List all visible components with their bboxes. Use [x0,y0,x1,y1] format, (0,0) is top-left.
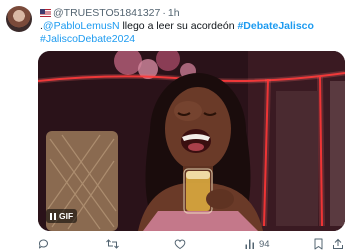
gif-frame [38,51,345,231]
separator: · [162,7,166,19]
reply-button[interactable] [38,236,50,252]
gif-label: GIF [59,211,74,221]
views-icon [245,239,254,249]
text-body: llego a leer su acordeón [119,20,238,32]
action-bar: 94 [38,236,345,252]
retweet-icon [106,239,119,249]
tweet: @TRUESTO51841327 · 1h .@PabloLemusN lleg… [0,0,350,252]
views-button[interactable]: 94 [244,236,270,252]
flag-icon [40,9,51,17]
retweet-button[interactable] [106,236,119,252]
share-button[interactable] [332,236,344,252]
views-count: 94 [259,238,270,250]
like-icon [174,239,186,250]
share-icon [333,238,343,249]
tweet-time[interactable]: 1h [168,7,180,19]
pause-icon[interactable] [50,212,56,220]
reply-icon [38,239,48,249]
hashtag-debatejalisco[interactable]: #DebateJalisco [237,20,313,32]
gif-media[interactable]: GIF [38,51,345,231]
bookmark-button[interactable] [313,236,324,252]
gif-badge[interactable]: GIF [46,209,78,223]
hashtag-jaliscodebate2024[interactable]: #JaliscoDebate2024 [40,33,135,45]
bookmark-icon [314,238,323,250]
user-handle[interactable]: @TRUESTO51841327 [53,7,160,19]
tweet-text: .@PabloLemusN llego a leer su acordeón #… [40,20,345,46]
mention-link[interactable]: @PabloLemusN [43,20,120,32]
avatar[interactable] [6,6,32,32]
tweet-header: @TRUESTO51841327 · 1h [40,6,180,20]
like-button[interactable] [174,236,186,252]
